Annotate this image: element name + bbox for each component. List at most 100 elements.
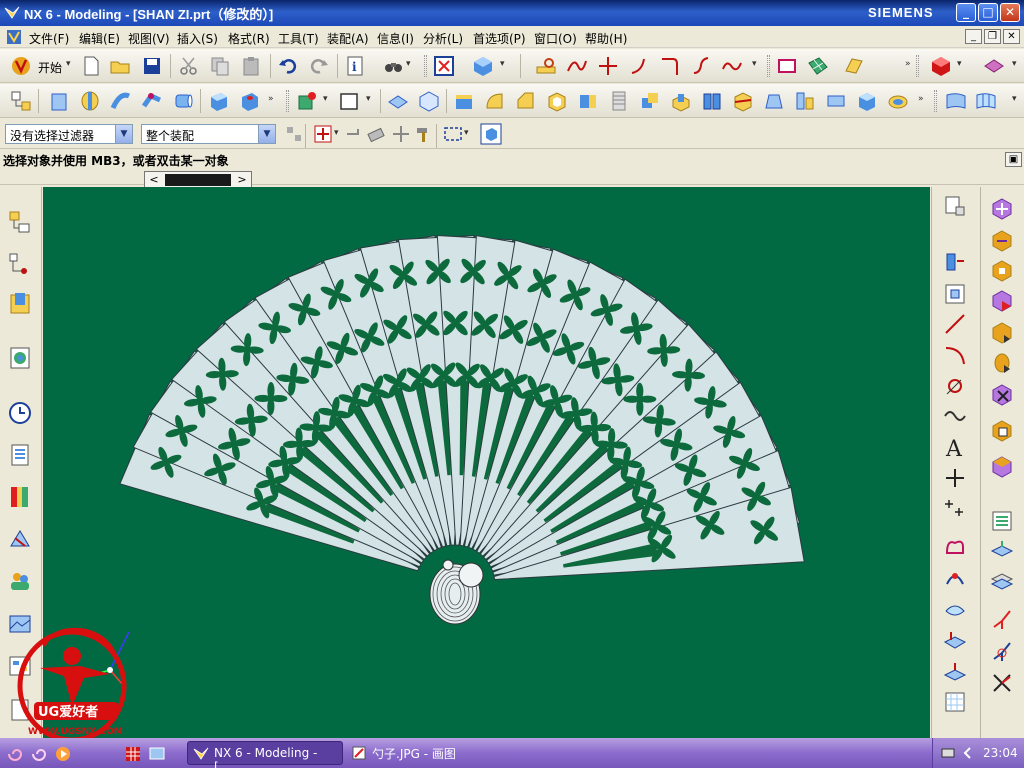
return-icon[interactable] (342, 123, 364, 145)
fit-view-icon[interactable] (433, 55, 455, 77)
web-browser-tab-icon[interactable] (7, 345, 33, 371)
subtract-icon[interactable] (670, 90, 692, 112)
wcs-rotate-icon[interactable] (990, 639, 1014, 663)
fan-hinge[interactable] (429, 559, 484, 625)
menu-information[interactable]: 信息(I) (377, 30, 414, 47)
title-bar[interactable]: NX 6 - Modeling - [SHAN ZI.prt（修改的）] SIE… (0, 0, 1024, 26)
selection-scope-select[interactable]: 整个装配 ▼ (141, 124, 276, 144)
history-tab-icon[interactable] (7, 400, 33, 426)
menu-view[interactable]: 视图(V) (128, 30, 170, 47)
menu-help[interactable]: 帮助(H) (585, 30, 627, 47)
sweep-icon[interactable] (110, 90, 132, 112)
menu-preferences[interactable]: 首选项(P) (473, 30, 526, 47)
cut-icon[interactable] (178, 55, 200, 77)
start-icon[interactable] (10, 55, 32, 77)
boundary-curve-icon[interactable] (943, 535, 967, 559)
redo-icon[interactable] (308, 55, 330, 77)
menu-tools[interactable]: 工具(T) (278, 30, 319, 47)
curve-on-surface-icon[interactable] (943, 597, 967, 621)
wcs-display-icon[interactable] (990, 671, 1014, 695)
point-set-plus-icon[interactable] (943, 497, 967, 521)
offset-curve-icon[interactable] (659, 55, 681, 77)
doc-restore-button[interactable]: ❐ (984, 29, 1001, 44)
rectangle-select-icon[interactable] (442, 123, 464, 145)
layer-settings-icon[interactable] (983, 55, 1005, 77)
chevron-down-icon[interactable]: ▼ (115, 125, 132, 143)
section-curve-icon[interactable] (943, 566, 967, 590)
scroll-left-icon[interactable]: < (145, 172, 163, 188)
through-curves-icon[interactable] (975, 90, 997, 112)
fan-model[interactable] (43, 187, 930, 738)
line-icon[interactable] (943, 312, 967, 336)
view-right-icon[interactable] (990, 321, 1014, 345)
offset-face-icon[interactable] (887, 90, 909, 112)
constraint-navigator-tab-icon[interactable] (7, 291, 33, 317)
select-faces-icon[interactable] (480, 123, 502, 145)
wcs-origin-icon[interactable] (990, 607, 1014, 631)
menu-assemblies[interactable]: 装配(A) (327, 30, 369, 47)
close-button[interactable]: ✕ (1000, 3, 1020, 22)
type-filter-select[interactable]: 没有选择过滤器 ▼ (5, 124, 133, 144)
combined-projection-icon[interactable] (943, 628, 967, 652)
doc-close-button[interactable]: ✕ (1003, 29, 1020, 44)
minimize-button[interactable]: _ (956, 3, 976, 22)
doc-minimize-button[interactable]: _ (965, 29, 982, 44)
wrap-curve-icon[interactable] (943, 659, 967, 683)
sketch-icon[interactable] (776, 55, 798, 77)
view-isometric-icon[interactable] (990, 351, 1014, 375)
save-icon[interactable] (141, 55, 163, 77)
layer-copy-icon[interactable] (990, 569, 1014, 593)
extract-geometry-icon[interactable] (825, 90, 847, 112)
view-fit-icon[interactable] (990, 197, 1014, 221)
chevron-down-icon[interactable]: ▼ (258, 125, 275, 143)
cylinder-icon[interactable] (172, 90, 194, 112)
tray-expand-icon[interactable] (961, 746, 975, 760)
view-shaded-icon[interactable] (990, 419, 1014, 443)
copy-icon[interactable] (209, 55, 231, 77)
tube-icon[interactable] (141, 90, 163, 112)
view-layer-icon[interactable] (990, 455, 1014, 479)
maximize-button[interactable]: □ (978, 3, 998, 22)
intersect-curve-icon[interactable] (597, 55, 619, 77)
assembly-navigator-tab-icon[interactable] (7, 209, 33, 235)
text-icon[interactable]: A (943, 435, 967, 459)
color-palette-icon[interactable] (930, 55, 952, 77)
menu-analysis[interactable]: 分析(L) (423, 30, 463, 47)
palette-options-icon[interactable] (943, 195, 967, 219)
layer-move-icon[interactable] (990, 539, 1014, 563)
menu-window[interactable]: 窗口(O) (534, 30, 577, 47)
thicken-icon[interactable] (856, 90, 878, 112)
binoculars-icon[interactable] (382, 55, 404, 77)
view-rotate-icon[interactable] (990, 229, 1014, 253)
fan-blades[interactable] (119, 234, 805, 581)
shell-icon[interactable] (546, 90, 568, 112)
hole-icon[interactable] (239, 90, 261, 112)
show-desktop-icon[interactable] (148, 745, 166, 763)
reuse-library-tab-icon[interactable] (7, 442, 33, 468)
open-folder-icon[interactable] (109, 55, 131, 77)
trim-body-icon[interactable] (732, 90, 754, 112)
hammer-icon[interactable] (413, 123, 435, 145)
pipe-icon[interactable] (943, 249, 967, 273)
palette-tab-icon[interactable] (7, 484, 33, 510)
menu-file[interactable]: 文件(F) (29, 30, 69, 47)
view-front-icon[interactable] (990, 289, 1014, 313)
edge-blend-icon[interactable] (484, 90, 506, 112)
freeform-surface-icon[interactable] (945, 90, 967, 112)
taskbar-item-paint[interactable]: 勺子.JPG - 画图 (346, 741, 496, 765)
pad-icon[interactable] (387, 90, 409, 112)
snap-point-icon[interactable] (312, 123, 334, 145)
undo-icon[interactable] (277, 55, 299, 77)
mesh-surface-icon[interactable] (807, 55, 829, 77)
start-button[interactable]: 开始 (38, 59, 62, 76)
information-icon[interactable]: i (344, 55, 366, 77)
unite-icon[interactable] (639, 90, 661, 112)
grid-app-icon[interactable] (124, 745, 142, 763)
draft-icon[interactable] (763, 90, 785, 112)
scroll-thumb[interactable] (165, 174, 231, 186)
pattern-feature-icon[interactable] (608, 90, 630, 112)
render-style-icon[interactable] (472, 55, 494, 77)
point-icon[interactable] (943, 466, 967, 490)
face-offset-icon[interactable] (577, 90, 599, 112)
roles-tab-icon[interactable] (7, 568, 33, 594)
